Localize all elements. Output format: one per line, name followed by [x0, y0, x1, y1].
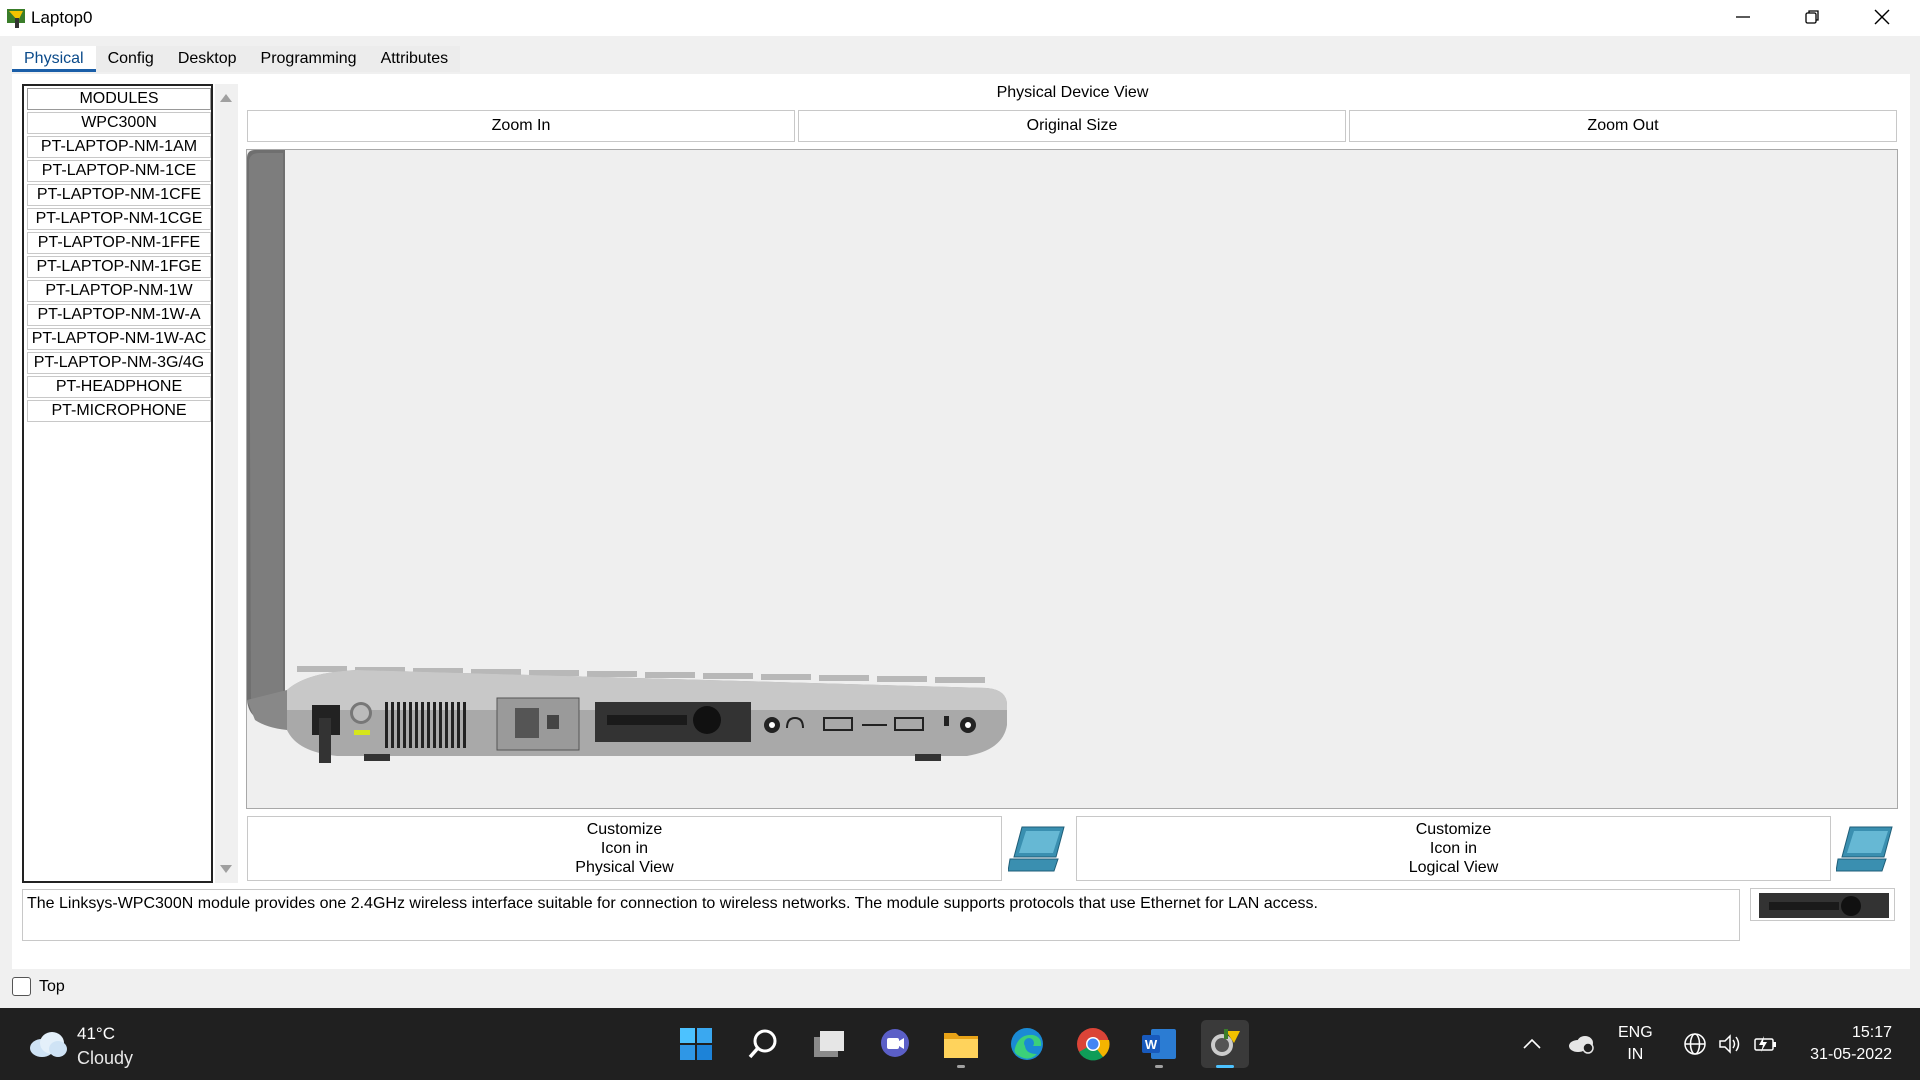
minimize-icon	[1736, 16, 1750, 18]
cloudy-weather-icon[interactable]	[28, 1030, 68, 1058]
tab-attributes[interactable]: Attributes	[368, 46, 461, 72]
close-button[interactable]	[1848, 0, 1916, 34]
running-indicator	[1155, 1065, 1163, 1068]
device-canvas[interactable]	[246, 149, 1898, 809]
module-item-1w-a[interactable]: PT-LAPTOP-NM-1W-A	[27, 304, 211, 326]
cloud-sync-icon	[1569, 1036, 1594, 1054]
module-thumbnail	[1750, 888, 1895, 921]
clock-time: 15:17	[1851, 1024, 1892, 1041]
onedrive-button[interactable]	[1566, 1008, 1596, 1080]
task-view-button[interactable]	[805, 1020, 853, 1068]
tab-config[interactable]: Config	[95, 46, 166, 72]
clock[interactable]: 15:17 31-05-2022	[1790, 1022, 1892, 1066]
scroll-down-arrow-icon[interactable]	[220, 865, 232, 873]
customize-physical-line1: Customize	[586, 821, 663, 838]
module-item-1ce[interactable]: PT-LAPTOP-NM-1CE	[27, 160, 211, 182]
module-item-3g4g[interactable]: PT-LAPTOP-NM-3G/4G	[27, 352, 211, 374]
module-item-1ffe[interactable]: PT-LAPTOP-NM-1FFE	[27, 232, 211, 254]
clock-date: 31-05-2022	[1810, 1046, 1892, 1063]
tab-bar: Physical Config Desktop Programming Attr…	[12, 46, 461, 74]
edge-icon	[1011, 1028, 1043, 1060]
chrome-button[interactable]	[1069, 1020, 1117, 1068]
laptop-logical-icon	[1836, 826, 1893, 872]
windows-start-icon	[680, 1028, 712, 1060]
module-item-headphone[interactable]: PT-HEADPHONE	[27, 376, 211, 398]
top-checkbox[interactable]	[12, 977, 31, 996]
show-hidden-icons-button[interactable]	[1516, 1008, 1548, 1080]
chrome-icon	[1077, 1028, 1110, 1061]
tab-desktop[interactable]: Desktop	[165, 46, 249, 72]
module-item-1w-ac[interactable]: PT-LAPTOP-NM-1W-AC	[27, 328, 211, 350]
customize-logical-line1: Customize	[1415, 821, 1492, 838]
word-button[interactable]: W	[1135, 1020, 1183, 1068]
title-bar: Laptop0	[0, 0, 1920, 36]
tab-physical[interactable]: Physical	[12, 46, 96, 72]
search-button[interactable]	[739, 1020, 787, 1068]
customize-physical-icon-button[interactable]: Customize Icon in Physical View	[247, 816, 1002, 881]
physical-device-view-title: Physical Device View	[996, 84, 1149, 101]
language-indicator[interactable]: ENG IN	[1618, 1022, 1653, 1066]
language-region: IN	[1627, 1046, 1644, 1063]
minimize-button[interactable]	[1709, 0, 1777, 34]
laptop-physical-icon	[1008, 826, 1065, 872]
file-explorer-icon	[944, 1033, 978, 1058]
module-item-1fge[interactable]: PT-LAPTOP-NM-1FGE	[27, 256, 211, 278]
packet-tracer-icon	[1211, 1029, 1240, 1056]
chat-icon	[881, 1029, 909, 1057]
scroll-up-arrow-icon[interactable]	[220, 94, 232, 102]
top-checkbox-label: Top	[39, 977, 65, 995]
chat-button[interactable]	[871, 1020, 919, 1068]
module-item-wpc300n[interactable]: WPC300N	[27, 112, 211, 134]
weather-temperature[interactable]: 41°C	[77, 1024, 115, 1044]
language-code: ENG	[1618, 1024, 1653, 1041]
customize-logical-line3: Logical View	[1408, 859, 1499, 876]
volume-button[interactable]	[1716, 1008, 1744, 1080]
module-item-1cge[interactable]: PT-LAPTOP-NM-1CGE	[27, 208, 211, 230]
module-item-1am[interactable]: PT-LAPTOP-NM-1AM	[27, 136, 211, 158]
restore-icon	[1805, 10, 1819, 24]
tab-programming[interactable]: Programming	[248, 46, 369, 72]
task-view-icon	[814, 1031, 844, 1057]
active-indicator	[1216, 1065, 1234, 1068]
close-icon	[1874, 9, 1890, 25]
module-item-1w[interactable]: PT-LAPTOP-NM-1W	[27, 280, 211, 302]
window-title: Laptop0	[31, 8, 93, 27]
modules-header: MODULES	[27, 88, 211, 110]
speaker-volume-icon	[1719, 1034, 1740, 1054]
taskbar: 41°C Cloudy W ENG IN 15:17 31-05-2022	[0, 1008, 1920, 1080]
weather-description[interactable]: Cloudy	[77, 1048, 133, 1069]
chevron-up-icon	[1523, 1038, 1541, 1049]
zoom-in-button[interactable]: Zoom In	[247, 110, 795, 142]
module-item-1cfe[interactable]: PT-LAPTOP-NM-1CFE	[27, 184, 211, 206]
battery-button[interactable]	[1752, 1008, 1780, 1080]
customize-logical-line2: Icon in	[1429, 840, 1478, 857]
search-icon	[748, 1029, 777, 1059]
module-item-microphone[interactable]: PT-MICROPHONE	[27, 400, 211, 422]
file-explorer-button[interactable]	[937, 1020, 985, 1068]
top-checkbox-row: Top	[12, 977, 65, 996]
modules-scrollbar[interactable]	[215, 84, 238, 883]
modules-list: MODULES WPC300N PT-LAPTOP-NM-1AM PT-LAPT…	[22, 84, 213, 883]
packet-tracer-app-icon	[7, 9, 25, 28]
battery-charging-icon	[1754, 1036, 1776, 1052]
packet-tracer-button[interactable]	[1201, 1020, 1249, 1068]
running-indicator	[957, 1065, 965, 1068]
restore-button[interactable]	[1778, 0, 1846, 34]
customize-physical-line3: Physical View	[575, 859, 674, 876]
word-icon: W	[1142, 1029, 1176, 1059]
zoom-out-button[interactable]: Zoom Out	[1349, 110, 1897, 142]
start-button[interactable]	[672, 1020, 720, 1068]
svg-text:W: W	[1145, 1037, 1158, 1052]
module-description: The Linksys-WPC300N module provides one …	[22, 889, 1740, 941]
customize-physical-line2: Icon in	[600, 840, 649, 857]
original-size-button[interactable]: Original Size	[798, 110, 1346, 142]
laptop-side-view	[247, 150, 1007, 763]
edge-button[interactable]	[1003, 1020, 1051, 1068]
network-button[interactable]	[1681, 1008, 1709, 1080]
globe-network-icon	[1684, 1033, 1706, 1055]
customize-logical-icon-button[interactable]: Customize Icon in Logical View	[1076, 816, 1831, 881]
